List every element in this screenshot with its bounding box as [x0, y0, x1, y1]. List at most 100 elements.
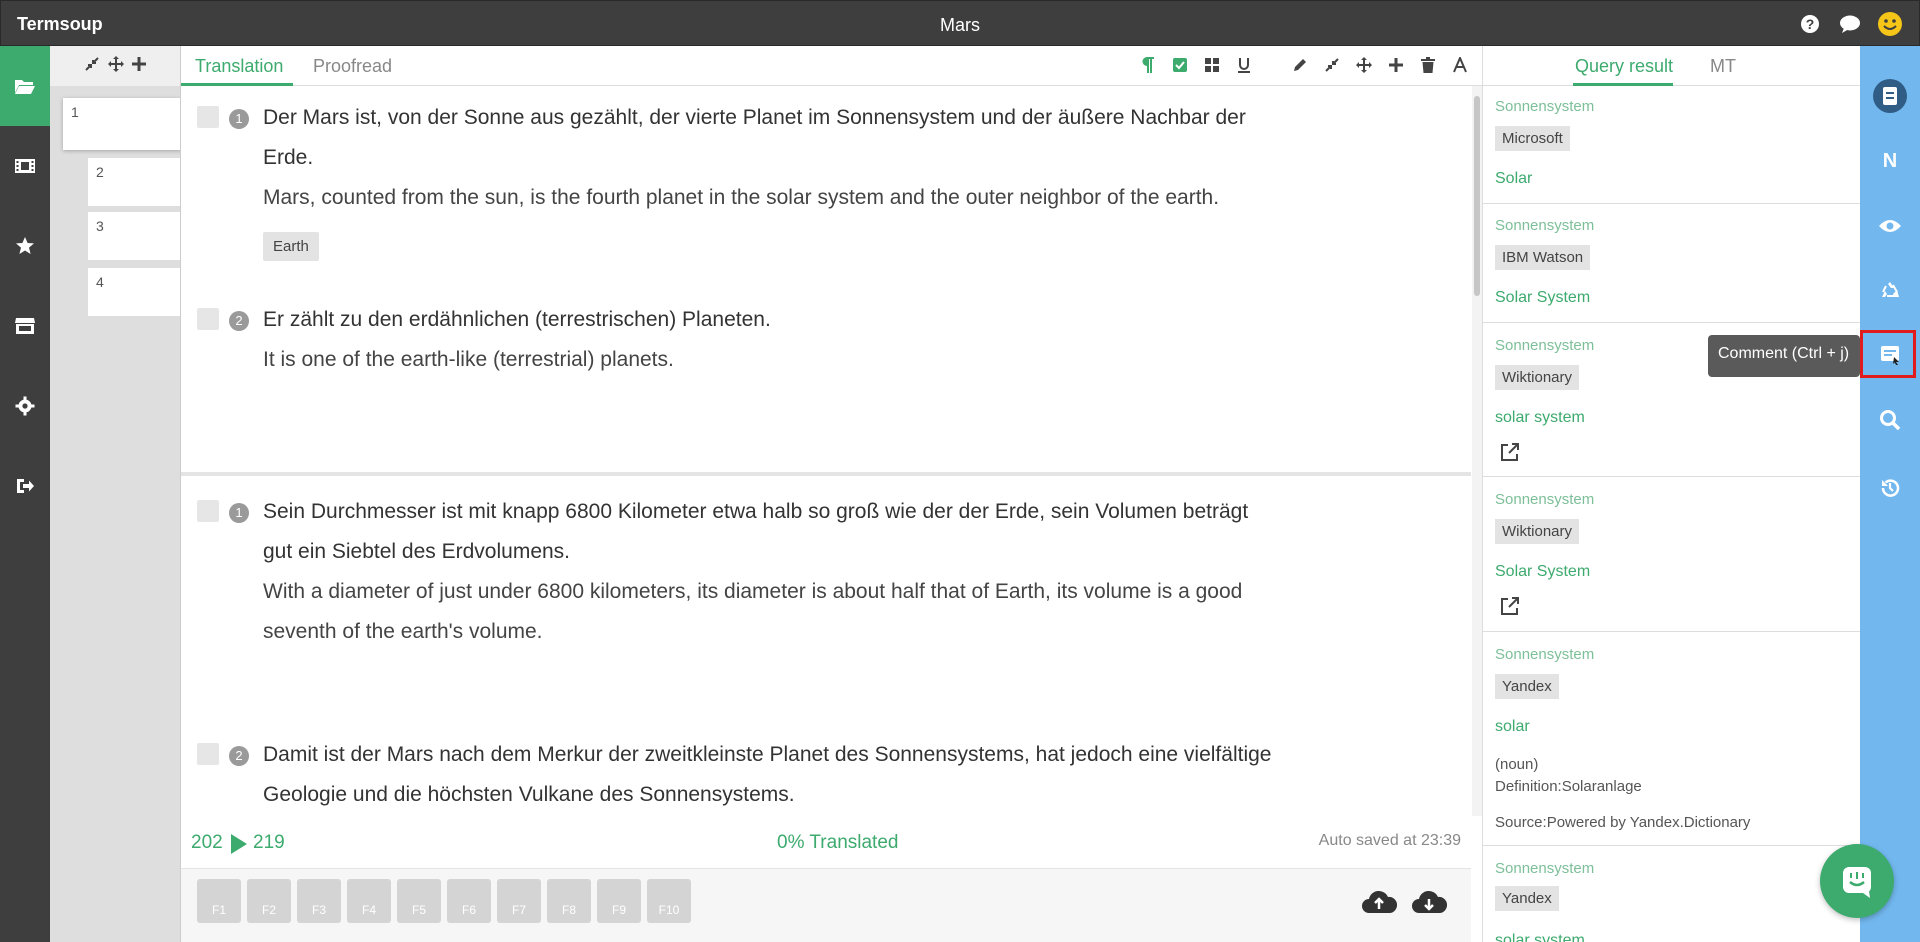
term-chip[interactable]: Earth — [263, 232, 319, 261]
segment-checkbox[interactable] — [197, 308, 219, 330]
gear-icon[interactable] — [0, 366, 50, 446]
segment-list-tools — [50, 46, 180, 86]
search-icon[interactable] — [1860, 400, 1920, 440]
tab-query-result[interactable]: Query result — [1575, 56, 1673, 77]
query-tabs: Query result MT — [1483, 46, 1860, 86]
target-text-line[interactable]: Mars, counted from the sun, is the fourt… — [263, 178, 1393, 218]
segment-thumb-3[interactable]: 3 — [88, 212, 180, 260]
source-text-line[interactable]: Damit ist der Mars nach dem Merkur der z… — [263, 735, 1393, 775]
source-text-line[interactable]: Sein Durchmesser ist mit knapp 6800 Kilo… — [263, 492, 1393, 532]
notebook-icon[interactable] — [1860, 76, 1920, 116]
result-target-term[interactable]: Solar System — [1495, 289, 1590, 307]
segment-thumb-1[interactable]: 1 — [63, 98, 181, 150]
move-icon[interactable] — [1355, 55, 1373, 75]
tool-icon-strip: N — [1860, 46, 1920, 942]
fkey-button[interactable]: F9 — [597, 879, 641, 923]
source-text-line[interactable]: gut ein Siebtel des Erdvolumens. — [263, 532, 1393, 572]
target-text-line[interactable]: seventh of the earth's volume. — [263, 612, 1393, 652]
store-icon[interactable] — [0, 286, 50, 366]
query-result-item[interactable]: Sonnensystem Microsoft Solar — [1483, 86, 1860, 204]
plus-icon[interactable] — [1387, 55, 1405, 75]
source-text-line[interactable]: Erde. — [263, 138, 1393, 178]
result-provider: Yandex — [1495, 886, 1559, 911]
result-source-note: Source:Powered by Yandex.Dictionary — [1495, 814, 1751, 831]
autosave-status: Auto saved at 23:39 — [1318, 832, 1461, 849]
trash-icon[interactable] — [1419, 55, 1437, 75]
folder-open-icon[interactable] — [0, 46, 50, 126]
fkey-button[interactable]: F10 — [647, 879, 691, 923]
fkey-button[interactable]: F3 — [297, 879, 341, 923]
external-link-icon[interactable] — [1499, 441, 1521, 463]
star-icon[interactable] — [0, 206, 50, 286]
query-result-item[interactable]: Sonnensystem Wiktionary Solar System — [1483, 477, 1860, 632]
segment-checkbox[interactable] — [197, 106, 219, 128]
target-text-line[interactable]: With a diameter of just under 6800 kilom… — [263, 572, 1393, 612]
fkey-button[interactable]: F6 — [447, 879, 491, 923]
plus-icon[interactable] — [132, 56, 146, 76]
play-icon[interactable] — [231, 834, 247, 854]
result-target-term[interactable]: solar — [1495, 718, 1530, 736]
top-icons: ? — [1797, 11, 1903, 37]
source-text-line[interactable]: Er zählt zu den erdähnlichen (terrestris… — [263, 300, 1393, 340]
segment-count-current: 202 — [191, 832, 223, 853]
segment-row[interactable]: 2 Damit ist der Mars nach dem Merkur der… — [197, 741, 1397, 816]
tab-mt[interactable]: MT — [1710, 56, 1736, 77]
compress-icon[interactable] — [1323, 55, 1341, 75]
query-result-item[interactable]: Sonnensystem IBM Watson Solar System — [1483, 204, 1860, 323]
fkey-button[interactable]: F1 — [197, 879, 241, 923]
eye-icon[interactable] — [1860, 206, 1920, 246]
n-letter-icon[interactable]: N — [1860, 141, 1920, 181]
result-target-term[interactable]: Solar System — [1495, 563, 1590, 581]
support-chat-button[interactable] — [1820, 844, 1894, 918]
history-icon[interactable] — [1860, 468, 1920, 508]
fkey-button[interactable]: F8 — [547, 879, 591, 923]
target-text-line[interactable]: It is one of the earth-like (terrestrial… — [263, 340, 1393, 380]
scrollbar-thumb[interactable] — [1474, 96, 1480, 296]
query-result-item[interactable]: Sonnensystem Yandex solar system — [1483, 846, 1860, 942]
segment-checkbox[interactable] — [197, 743, 219, 765]
underline-icon[interactable] — [1235, 55, 1253, 75]
paragraph-icon[interactable] — [1139, 55, 1157, 75]
pencil-icon[interactable] — [1291, 55, 1309, 75]
result-source-term: Sonnensystem — [1495, 98, 1595, 115]
segment-thumb-2[interactable]: 2 — [88, 158, 180, 206]
segment-thumb-4[interactable]: 4 — [88, 268, 180, 316]
segment-row[interactable]: 1 Der Mars ist, von der Sonne aus gezähl… — [197, 104, 1397, 274]
source-text-line[interactable]: Der Mars ist, von der Sonne aus gezählt,… — [263, 98, 1393, 138]
help-icon[interactable]: ? — [1797, 11, 1823, 37]
external-link-icon[interactable] — [1499, 595, 1521, 617]
query-result-item[interactable]: Sonnensystem Yandex solar (noun) Definit… — [1483, 632, 1860, 846]
segment-checkbox[interactable] — [197, 500, 219, 522]
segment-number: 2 — [229, 746, 249, 766]
segment-row[interactable]: 1 Sein Durchmesser ist mit knapp 6800 Ki… — [197, 498, 1397, 668]
tab-translation[interactable]: Translation — [195, 56, 283, 77]
result-target-term[interactable]: solar system — [1495, 932, 1585, 942]
film-icon[interactable] — [0, 126, 50, 206]
segment-count-total: 219 — [253, 832, 285, 853]
result-target-term[interactable]: solar system — [1495, 409, 1585, 427]
fkey-button[interactable]: F7 — [497, 879, 541, 923]
chat-icon[interactable] — [1837, 11, 1863, 37]
segment-row[interactable]: 2 Er zählt zu den erdähnlichen (terrestr… — [197, 306, 1397, 396]
smiley-avatar-icon[interactable] — [1877, 11, 1903, 37]
cloud-download-icon[interactable] — [1411, 887, 1448, 917]
editor-scrollbar[interactable] — [1472, 86, 1482, 816]
editor-tabs: Translation Proofread — [181, 46, 1483, 86]
compress-icon[interactable] — [84, 56, 100, 77]
font-icon[interactable] — [1451, 55, 1469, 75]
result-target-term[interactable]: Solar — [1495, 170, 1532, 188]
tab-proofread[interactable]: Proofread — [313, 56, 392, 77]
comment-tooltip: Comment (Ctrl + j) — [1708, 335, 1860, 377]
cloud-upload-icon[interactable] — [1361, 887, 1398, 917]
fkey-button[interactable]: F4 — [347, 879, 391, 923]
sign-out-icon[interactable] — [0, 446, 50, 526]
grid-icon[interactable] — [1203, 55, 1221, 75]
source-text-line[interactable]: Geologie und die höchsten Vulkane des So… — [263, 775, 1393, 815]
query-results-list[interactable]: Sonnensystem Microsoft Solar Sonnensyste… — [1483, 86, 1860, 942]
fkey-button[interactable]: F2 — [247, 879, 291, 923]
segment-number: 1 — [229, 109, 249, 129]
recycle-icon[interactable] — [1860, 271, 1920, 311]
move-icon[interactable] — [108, 55, 124, 77]
fkey-button[interactable]: F5 — [397, 879, 441, 923]
check-square-icon[interactable] — [1171, 55, 1189, 75]
